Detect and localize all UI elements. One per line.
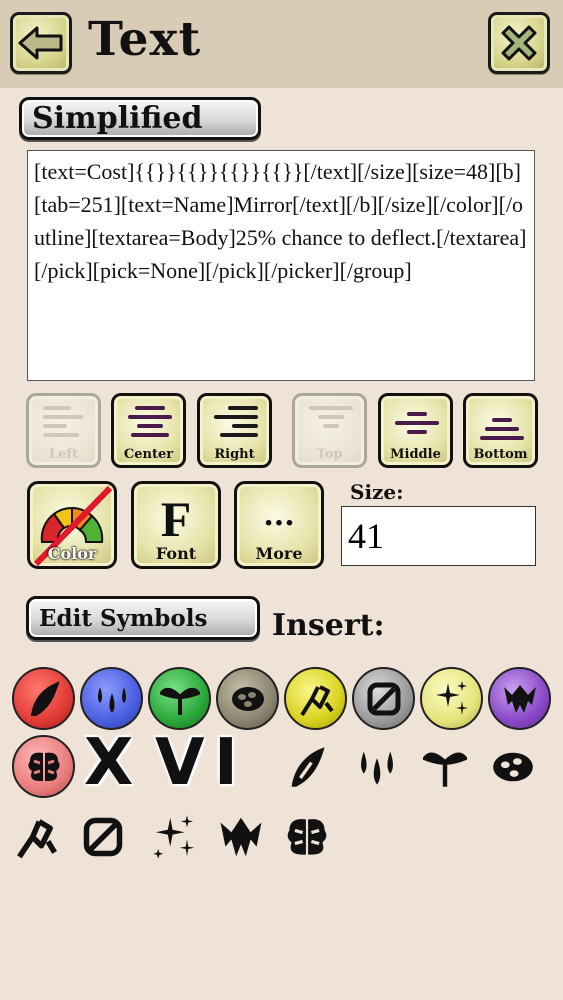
- rocks-icon: [231, 686, 264, 711]
- edit-symbols-button[interactable]: Edit Symbols: [26, 596, 260, 640]
- mind-symbol-button[interactable]: [12, 735, 75, 798]
- align-top-label: Top: [316, 447, 343, 462]
- header-bar: [0, 0, 563, 88]
- simplified-button[interactable]: Simplified: [19, 97, 261, 140]
- align-top-button[interactable]: Top: [292, 393, 367, 468]
- align-center-button[interactable]: Center: [111, 393, 186, 468]
- mind-glyph-button[interactable]: [282, 812, 332, 862]
- align-middle-button[interactable]: Middle: [378, 393, 453, 468]
- dark-glyph-button[interactable]: [216, 812, 266, 862]
- letter-x-button[interactable]: X: [84, 728, 133, 798]
- align-middle-label: Middle: [390, 447, 441, 462]
- sparkles-icon: [435, 680, 468, 715]
- earth-glyph-button[interactable]: [488, 742, 538, 792]
- close-button[interactable]: [488, 12, 550, 74]
- fire-glyph-button[interactable]: [282, 742, 332, 792]
- fire-symbol-button[interactable]: [12, 667, 75, 730]
- letter-i-button[interactable]: I: [214, 728, 238, 798]
- light-glyph-button[interactable]: [150, 812, 200, 862]
- align-center-icon: [128, 406, 172, 446]
- brain-icon: [27, 752, 60, 781]
- size-label: Size:: [350, 480, 404, 504]
- color-button[interactable]: Color: [27, 481, 117, 569]
- air-symbol-button[interactable]: [284, 667, 347, 730]
- font-label: Font: [155, 544, 197, 563]
- back-arrow-icon: [18, 26, 63, 60]
- water-symbol-button[interactable]: [80, 667, 143, 730]
- wind-icon: [299, 684, 334, 716]
- fire-plain-icon: [291, 747, 325, 787]
- align-left-icon: [43, 406, 87, 446]
- font-button[interactable]: F Font: [131, 481, 221, 569]
- letter-v-button[interactable]: V: [155, 728, 205, 798]
- brain-plain-icon: [287, 819, 327, 855]
- size-input[interactable]: [341, 506, 536, 566]
- nature-glyph-button[interactable]: [420, 742, 470, 792]
- edit-symbols-label: Edit Symbols: [39, 604, 208, 632]
- water-glyph-button[interactable]: [352, 742, 402, 792]
- void-glyph-button[interactable]: [78, 812, 128, 862]
- air-glyph-button[interactable]: [12, 812, 62, 862]
- light-symbol-button[interactable]: [420, 667, 483, 730]
- align-middle-icon: [395, 412, 439, 452]
- align-right-icon: [214, 406, 258, 446]
- wind-plain-icon: [17, 819, 57, 859]
- align-center-label: Center: [123, 447, 174, 462]
- color-label: Color: [47, 544, 97, 563]
- more-button[interactable]: ... More: [234, 481, 324, 569]
- water-plain-icon: [361, 751, 393, 785]
- simplified-label: Simplified: [32, 101, 203, 136]
- align-right-label: Right: [214, 447, 255, 462]
- demon-plain-icon: [220, 817, 262, 857]
- align-left-label: Left: [48, 447, 78, 462]
- water-drops-icon: [97, 686, 126, 713]
- sprout-plain-icon: [423, 752, 467, 787]
- align-bottom-label: Bottom: [473, 447, 528, 462]
- fire-icon: [30, 680, 60, 716]
- void-symbol-button[interactable]: [352, 667, 415, 730]
- sparkles-plain-icon: [153, 815, 195, 859]
- align-left-button[interactable]: Left: [26, 393, 101, 468]
- nature-symbol-button[interactable]: [148, 667, 211, 730]
- back-button[interactable]: [10, 12, 72, 74]
- align-right-button[interactable]: Right: [197, 393, 272, 468]
- insert-label: Insert:: [272, 608, 385, 643]
- rocks-plain-icon: [493, 752, 533, 782]
- font-icon: F: [160, 491, 192, 547]
- page-title: Text: [88, 12, 202, 67]
- demon-icon: [503, 684, 536, 713]
- sprout-icon: [159, 687, 200, 715]
- code-text-area[interactable]: [text=Cost]{{}}{{}}{{}}{{}}[/text][/size…: [27, 150, 535, 381]
- align-bottom-button[interactable]: Bottom: [463, 393, 538, 468]
- close-icon: [501, 25, 537, 61]
- more-icon: ...: [263, 498, 295, 533]
- align-top-icon: [309, 406, 353, 446]
- dark-symbol-button[interactable]: [488, 667, 551, 730]
- null-icon: [367, 682, 400, 715]
- null-plain-icon: [83, 817, 123, 857]
- earth-symbol-button[interactable]: [216, 667, 279, 730]
- more-label: More: [255, 544, 303, 563]
